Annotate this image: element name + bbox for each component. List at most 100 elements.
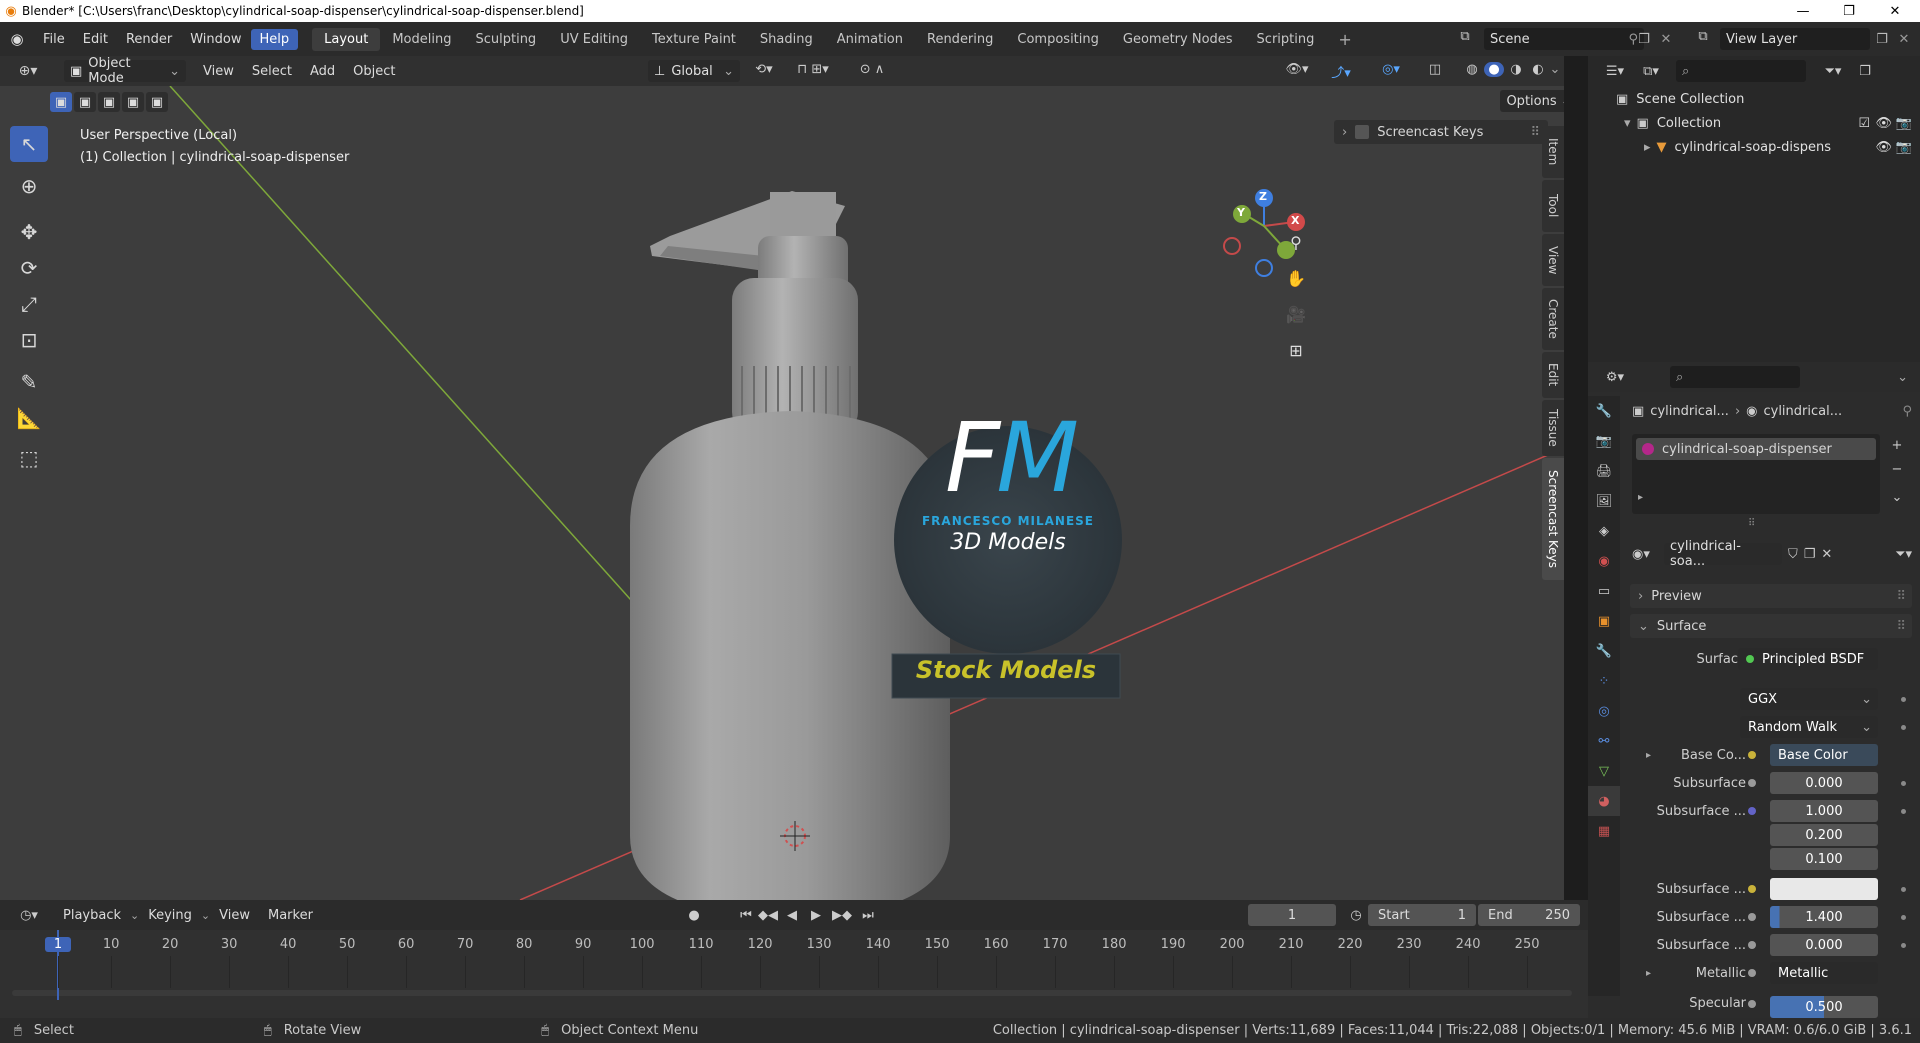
chevron-right-icon[interactable]: ▸: [1646, 750, 1651, 761]
delete-scene-icon[interactable]: ✕: [1656, 28, 1676, 50]
resize-handle-icon[interactable]: ⠿: [1748, 518, 1755, 529]
material-shading-icon[interactable]: ◑: [1506, 62, 1526, 77]
play-icon[interactable]: ▶: [806, 904, 826, 926]
workspace-tab-modeling[interactable]: Modeling: [380, 28, 463, 51]
slot-specials-icon[interactable]: ⌄: [1886, 486, 1908, 508]
rendered-shading-icon[interactable]: ◐: [1528, 62, 1548, 77]
drag-handle-icon[interactable]: ⠿: [1530, 125, 1540, 140]
render-tab-icon[interactable]: 📷: [1588, 426, 1620, 456]
object-row[interactable]: ▸ ▼ cylindrical-soap-dispens 👁 📷: [1588, 135, 1920, 159]
workspace-tab-rendering[interactable]: Rendering: [915, 28, 1005, 51]
keyframe-dot[interactable]: [1901, 696, 1906, 702]
properties-search[interactable]: ⌕: [1670, 366, 1800, 388]
distribution-dropdown[interactable]: GGX ⌄: [1740, 688, 1878, 710]
add-cube-tool-icon[interactable]: ⬚: [10, 440, 48, 476]
menu-render[interactable]: Render: [117, 29, 181, 50]
render-camera-icon[interactable]: 📷: [1896, 140, 1912, 155]
exclude-checkbox[interactable]: ☑: [1858, 116, 1870, 131]
output-tab-icon[interactable]: 🖨: [1588, 456, 1620, 486]
workspace-tab-layout[interactable]: Layout: [312, 27, 381, 51]
keyframe-dot[interactable]: [1901, 808, 1906, 814]
maximize-button[interactable]: ❐: [1826, 0, 1872, 22]
filter-icon[interactable]: ⏷▾: [1818, 64, 1848, 79]
close-window-button[interactable]: ✕: [1872, 0, 1918, 22]
sidebar-tab-tissue[interactable]: Tissue: [1542, 400, 1564, 456]
scene-collection-row[interactable]: ▣ Scene Collection: [1588, 87, 1920, 111]
timeline-menu-view[interactable]: View: [210, 905, 259, 926]
measure-tool-icon[interactable]: 📐: [10, 400, 48, 436]
ortho-grid-icon[interactable]: ⊞: [1282, 336, 1310, 364]
new-scene-icon[interactable]: ❐: [1634, 28, 1654, 50]
next-keyframe-icon[interactable]: ▶◆: [830, 904, 854, 926]
minimize-button[interactable]: —: [1780, 0, 1826, 22]
scene-tab-icon[interactable]: ◈: [1588, 516, 1620, 546]
keyframe-dot[interactable]: [1901, 886, 1906, 892]
chevron-down-icon[interactable]: ⌄: [1897, 370, 1908, 385]
metallic-field[interactable]: Metallic: [1770, 962, 1878, 984]
expand-arrow-icon[interactable]: ▾: [1624, 116, 1631, 131]
scale-tool-icon[interactable]: ⤢: [10, 286, 48, 322]
editor-type-icon[interactable]: ⊕▾: [10, 63, 46, 79]
select-box-tool-icon[interactable]: ↖: [10, 126, 48, 162]
zoom-icon[interactable]: ⚲: [1282, 228, 1310, 256]
remove-slot-icon[interactable]: −: [1886, 458, 1908, 480]
chevron-right-icon[interactable]: ▸: [1646, 968, 1651, 979]
sidebar-tab-tool[interactable]: Tool: [1542, 180, 1564, 232]
material-browse-icon[interactable]: ◉▾: [1632, 547, 1658, 562]
menu-file[interactable]: File: [34, 29, 74, 50]
surface-shader-field[interactable]: Principled BSDF: [1738, 648, 1878, 670]
screencast-keys-panel[interactable]: › Screencast Keys ⠿: [1334, 120, 1548, 144]
workspace-tab-sculpting[interactable]: Sculpting: [463, 28, 548, 51]
sidebar-tab-item[interactable]: Item: [1542, 126, 1564, 178]
transform-orientation-dropdown[interactable]: ⊥ Global ⌄: [648, 60, 740, 82]
timeline-scrollbar[interactable]: [12, 990, 1572, 996]
subsurface-field[interactable]: 0.000: [1770, 772, 1878, 794]
workspace-tab-texture-paint[interactable]: Texture Paint: [640, 28, 748, 51]
gizmo-toggle-icon[interactable]: ⤴▾: [1324, 62, 1358, 81]
delete-view-layer-icon[interactable]: ✕: [1894, 28, 1914, 50]
pivot-point-icon[interactable]: ⟲▾: [748, 62, 780, 77]
timeline-menu-playback[interactable]: Playback: [54, 905, 130, 926]
collection-tab-icon[interactable]: ▭: [1588, 576, 1620, 606]
pin-icon[interactable]: ⚲: [1902, 404, 1912, 419]
material-name-field[interactable]: cylindrical-soa...: [1664, 539, 1782, 569]
outliner-editor-icon[interactable]: ☰▾: [1600, 64, 1630, 79]
pan-hand-icon[interactable]: ✋: [1282, 264, 1310, 292]
cursor-tool-icon[interactable]: ⊕: [10, 168, 48, 204]
scene-name-field[interactable]: Scene ⚲: [1484, 28, 1644, 50]
transform-tool-icon[interactable]: ⊡: [10, 322, 48, 358]
snap-icon[interactable]: ⊓ ⊞▾: [788, 62, 838, 77]
add-workspace-button[interactable]: +: [1326, 26, 1363, 53]
viewport-menu-object[interactable]: Object: [344, 61, 404, 82]
new-view-layer-icon[interactable]: ❐: [1872, 28, 1892, 50]
subsurface-ior-field[interactable]: 1.400: [1770, 906, 1878, 928]
world-tab-icon[interactable]: ◉: [1588, 546, 1620, 576]
blender-menu-icon[interactable]: ◉: [0, 30, 34, 48]
screencast-keys-checkbox[interactable]: [1355, 125, 1370, 139]
keyframe-dot[interactable]: [1901, 724, 1906, 730]
move-tool-icon[interactable]: ✥: [10, 214, 48, 250]
scene-icon[interactable]: ⧉: [1450, 29, 1480, 44]
view-layer-tab-icon[interactable]: 🖼: [1588, 486, 1620, 516]
material-slot-list[interactable]: cylindrical-soap-dispenser: [1632, 434, 1880, 514]
render-camera-icon[interactable]: 📷: [1896, 116, 1912, 131]
3d-viewport[interactable]: ⊕▾ ▣ Object Mode ⌄ View Select Add Objec…: [0, 56, 1564, 900]
viewport-menu-select[interactable]: Select: [243, 61, 301, 82]
play-reverse-icon[interactable]: ◀: [782, 904, 802, 926]
viewport-menu-add[interactable]: Add: [301, 61, 344, 82]
menu-help[interactable]: Help: [250, 28, 299, 50]
tool-tab-icon[interactable]: 🔧: [1588, 396, 1620, 426]
eye-icon[interactable]: 👁: [1875, 140, 1892, 155]
add-slot-icon[interactable]: +: [1886, 434, 1908, 456]
subsurface-radius-y-field[interactable]: 0.200: [1770, 824, 1878, 846]
visibility-icon[interactable]: 👁▾: [1280, 62, 1314, 77]
workspace-tab-shading[interactable]: Shading: [748, 28, 825, 51]
preview-range-icon[interactable]: ◷: [1346, 904, 1366, 926]
drag-handle-icon[interactable]: ⠿: [1896, 589, 1906, 604]
object-mode-dropdown[interactable]: ▣ Object Mode ⌄: [64, 56, 186, 86]
outliner-search[interactable]: ⌕: [1676, 60, 1806, 82]
collection-row[interactable]: ▾ ▣ Collection ☑ 👁 📷: [1588, 111, 1920, 135]
workspace-tab-scripting[interactable]: Scripting: [1245, 28, 1327, 51]
subsurface-anisotropy-field[interactable]: 0.000: [1770, 934, 1878, 956]
solid-shading-icon[interactable]: ●: [1484, 62, 1504, 77]
